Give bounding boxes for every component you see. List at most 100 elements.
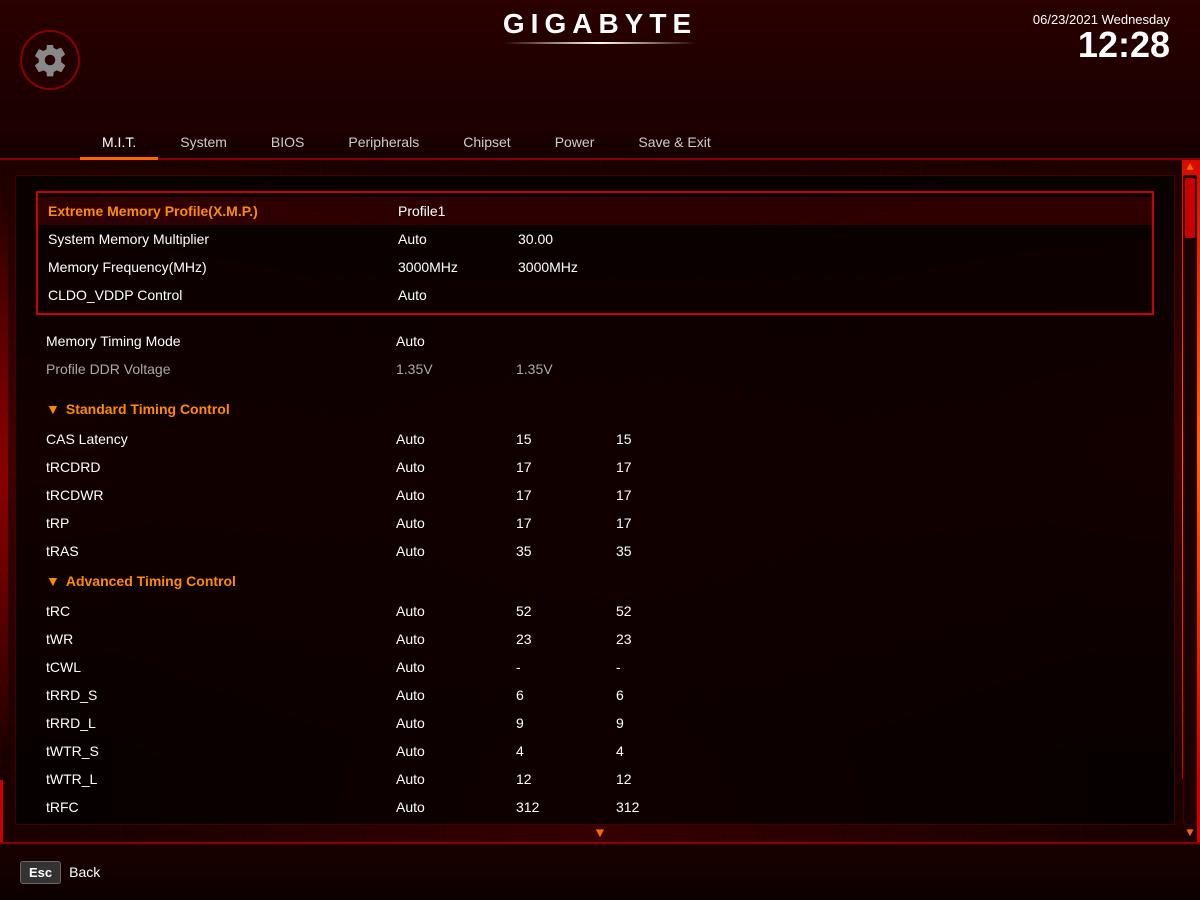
trc-value3: 52 <box>616 603 716 619</box>
twr-value2: 23 <box>516 631 616 647</box>
trp-label: tRP <box>46 515 396 531</box>
trc-value2: 52 <box>516 603 616 619</box>
trrd-l-row[interactable]: tRRD_L Auto 9 9 <box>36 709 1154 737</box>
datetime-display: 06/23/2021 Wednesday 12:28 <box>1033 12 1170 63</box>
tab-power[interactable]: Power <box>533 128 617 158</box>
profile-ddr-voltage-label: Profile DDR Voltage <box>46 361 396 377</box>
nav-bar: M.I.T. System BIOS Peripherals Chipset P… <box>0 120 1200 160</box>
trfc-value1: Auto <box>396 799 516 815</box>
twr-label: tWR <box>46 631 396 647</box>
trcdrd-value2: 17 <box>516 459 616 475</box>
trc-label: tRC <box>46 603 396 619</box>
memory-multiplier-value2: 30.00 <box>518 231 618 247</box>
trp-value3: 17 <box>616 515 716 531</box>
standard-timing-heading[interactable]: ▼ Standard Timing Control <box>36 393 1154 425</box>
trcdwr-label: tRCDWR <box>46 487 396 503</box>
tcwl-row[interactable]: tCWL Auto - - <box>36 653 1154 681</box>
triangle-icon: ▼ <box>46 401 60 417</box>
time-display: 12:28 <box>1078 24 1170 65</box>
twtr-l-value3: 12 <box>616 771 716 787</box>
cas-latency-label: CAS Latency <box>46 431 396 447</box>
tab-chipset[interactable]: Chipset <box>441 128 532 158</box>
xmp-box: Extreme Memory Profile(X.M.P.) Profile1 … <box>36 191 1154 315</box>
trfc-row[interactable]: tRFC Auto 312 312 <box>36 793 1154 821</box>
trrd-l-value3: 9 <box>616 715 716 731</box>
memory-multiplier-value1: Auto <box>398 231 518 247</box>
trfc2-row[interactable]: tRFC2 Auto 192 192 <box>36 821 1154 825</box>
trrd-l-label: tRRD_L <box>46 715 396 731</box>
tras-value3: 35 <box>616 543 716 559</box>
trfc-value3: 312 <box>616 799 716 815</box>
main-content[interactable]: Extreme Memory Profile(X.M.P.) Profile1 … <box>15 175 1175 825</box>
trrd-s-label: tRRD_S <box>46 687 396 703</box>
tab-system[interactable]: System <box>158 128 249 158</box>
memory-frequency-row[interactable]: Memory Frequency(MHz) 3000MHz 3000MHz <box>38 253 1152 281</box>
profile-ddr-voltage-value2: 1.35V <box>516 361 616 377</box>
profile-ddr-voltage-row[interactable]: Profile DDR Voltage 1.35V 1.35V <box>36 355 1154 383</box>
trc-value1: Auto <box>396 603 516 619</box>
tab-peripherals[interactable]: Peripherals <box>326 128 441 158</box>
trrd-l-value1: Auto <box>396 715 516 731</box>
twr-row[interactable]: tWR Auto 23 23 <box>36 625 1154 653</box>
profile-ddr-voltage-value1: 1.35V <box>396 361 516 377</box>
trcdrd-value1: Auto <box>396 459 516 475</box>
trc-row[interactable]: tRC Auto 52 52 <box>36 597 1154 625</box>
cas-latency-row[interactable]: CAS Latency Auto 15 15 <box>36 425 1154 453</box>
twtr-l-value2: 12 <box>516 771 616 787</box>
xmp-label: Extreme Memory Profile(X.M.P.) <box>48 203 398 219</box>
header: GIGABYTE 06/23/2021 Wednesday 12:28 <box>0 0 1200 120</box>
gear-icon <box>20 30 80 90</box>
trp-row[interactable]: tRP Auto 17 17 <box>36 509 1154 537</box>
advanced-timing-label: Advanced Timing Control <box>66 573 236 589</box>
trfc-label: tRFC <box>46 799 396 815</box>
trcdrd-row[interactable]: tRCDRD Auto 17 17 <box>36 453 1154 481</box>
esc-key-label: Esc <box>20 861 61 884</box>
memory-multiplier-row[interactable]: System Memory Multiplier Auto 30.00 <box>38 225 1152 253</box>
xmp-header-row[interactable]: Extreme Memory Profile(X.M.P.) Profile1 <box>38 197 1152 225</box>
trcdwr-value3: 17 <box>616 487 716 503</box>
tab-save-exit[interactable]: Save & Exit <box>616 128 732 158</box>
cldo-vddp-row[interactable]: CLDO_VDDP Control Auto <box>38 281 1152 309</box>
tab-bios[interactable]: BIOS <box>249 128 326 158</box>
tcwl-value1: Auto <box>396 659 516 675</box>
memory-frequency-label: Memory Frequency(MHz) <box>48 259 398 275</box>
twtr-s-row[interactable]: tWTR_S Auto 4 4 <box>36 737 1154 765</box>
memory-timing-mode-label: Memory Timing Mode <box>46 333 396 349</box>
trcdwr-value1: Auto <box>396 487 516 503</box>
twtr-l-label: tWTR_L <box>46 771 396 787</box>
cas-latency-value2: 15 <box>516 431 616 447</box>
twr-value1: Auto <box>396 631 516 647</box>
twtr-l-row[interactable]: tWTR_L Auto 12 12 <box>36 765 1154 793</box>
scroll-down-arrow[interactable]: ▼ <box>1183 826 1197 840</box>
tcwl-value3: - <box>616 659 716 675</box>
tras-row[interactable]: tRAS Auto 35 35 <box>36 537 1154 565</box>
cas-latency-value1: Auto <box>396 431 516 447</box>
trrd-s-value1: Auto <box>396 687 516 703</box>
scroll-up-arrow[interactable]: ▲ <box>1183 160 1197 174</box>
trp-value1: Auto <box>396 515 516 531</box>
back-button[interactable]: Esc Back <box>20 861 100 884</box>
memory-frequency-value2: 3000MHz <box>518 259 618 275</box>
brand-logo: GIGABYTE <box>503 8 697 44</box>
tras-label: tRAS <box>46 543 396 559</box>
twr-value3: 23 <box>616 631 716 647</box>
advanced-timing-heading[interactable]: ▼ Advanced Timing Control <box>36 565 1154 597</box>
back-label: Back <box>69 864 100 880</box>
trrd-s-row[interactable]: tRRD_S Auto 6 6 <box>36 681 1154 709</box>
tab-mit[interactable]: M.I.T. <box>80 128 158 158</box>
trcdwr-value2: 17 <box>516 487 616 503</box>
advanced-triangle-icon: ▼ <box>46 573 60 589</box>
scroll-thumb[interactable] <box>1185 178 1195 238</box>
twtr-s-value2: 4 <box>516 743 616 759</box>
trcdrd-value3: 17 <box>616 459 716 475</box>
memory-timing-mode-row[interactable]: Memory Timing Mode Auto <box>36 327 1154 355</box>
side-bar-left <box>0 200 8 750</box>
tras-value2: 35 <box>516 543 616 559</box>
bottom-bar: Esc Back <box>0 842 1200 900</box>
tras-value1: Auto <box>396 543 516 559</box>
scroll-track[interactable] <box>1183 175 1197 825</box>
trcdwr-row[interactable]: tRCDWR Auto 17 17 <box>36 481 1154 509</box>
bottom-center-arrow: ▼ <box>596 826 604 842</box>
twtr-s-value3: 4 <box>616 743 716 759</box>
cldo-vddp-label: CLDO_VDDP Control <box>48 287 398 303</box>
